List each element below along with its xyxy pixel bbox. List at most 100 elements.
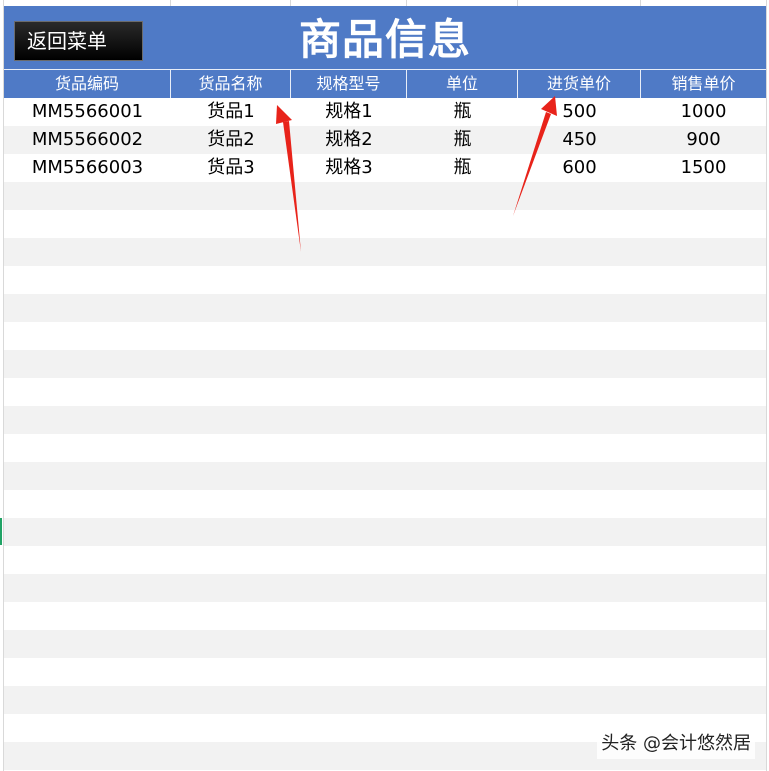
empty-cell[interactable] — [518, 434, 641, 462]
empty-cell[interactable] — [641, 630, 766, 658]
cell-sale-price[interactable]: 900 — [641, 126, 766, 154]
cell-spec[interactable]: 规格1 — [291, 98, 407, 126]
empty-cell[interactable] — [518, 350, 641, 378]
empty-cell[interactable] — [4, 406, 171, 434]
empty-cell[interactable] — [407, 210, 518, 238]
empty-cell[interactable] — [641, 686, 766, 714]
empty-cell[interactable] — [518, 406, 641, 434]
empty-cell[interactable] — [291, 658, 407, 686]
empty-cell[interactable] — [4, 462, 171, 490]
empty-cell[interactable] — [407, 602, 518, 630]
empty-cell[interactable] — [291, 406, 407, 434]
empty-cell[interactable] — [4, 602, 171, 630]
empty-cell[interactable] — [171, 406, 291, 434]
empty-cell[interactable] — [518, 658, 641, 686]
cell-item-code[interactable]: MM5566001 — [4, 98, 171, 126]
empty-cell[interactable] — [407, 658, 518, 686]
empty-cell[interactable] — [641, 518, 766, 546]
column-header-item-name[interactable]: 货品名称 — [171, 69, 291, 98]
empty-cell[interactable] — [407, 406, 518, 434]
empty-cell[interactable] — [641, 378, 766, 406]
empty-cell[interactable] — [4, 322, 171, 350]
empty-cell[interactable] — [4, 686, 171, 714]
cell-sale-price[interactable]: 1500 — [641, 154, 766, 182]
empty-cell[interactable] — [518, 686, 641, 714]
cell-item-name[interactable]: 货品1 — [171, 98, 291, 126]
empty-cell[interactable] — [641, 434, 766, 462]
empty-cell[interactable] — [4, 182, 171, 210]
empty-cell[interactable] — [291, 574, 407, 602]
empty-cell[interactable] — [407, 322, 518, 350]
empty-cell[interactable] — [171, 490, 291, 518]
cell-spec[interactable]: 规格3 — [291, 154, 407, 182]
empty-cell[interactable] — [641, 406, 766, 434]
empty-cell[interactable] — [171, 742, 291, 770]
empty-cell[interactable] — [407, 182, 518, 210]
empty-cell[interactable] — [641, 238, 766, 266]
empty-cell[interactable] — [291, 602, 407, 630]
empty-cell[interactable] — [407, 462, 518, 490]
empty-cell[interactable] — [291, 462, 407, 490]
empty-cell[interactable] — [641, 490, 766, 518]
empty-cell[interactable] — [171, 322, 291, 350]
empty-cell[interactable] — [518, 602, 641, 630]
empty-cell[interactable] — [291, 350, 407, 378]
empty-cell[interactable] — [4, 434, 171, 462]
empty-cell[interactable] — [4, 518, 171, 546]
empty-cell[interactable] — [4, 210, 171, 238]
empty-cell[interactable] — [518, 266, 641, 294]
empty-cell[interactable] — [641, 210, 766, 238]
empty-cell[interactable] — [171, 518, 291, 546]
empty-cell[interactable] — [518, 378, 641, 406]
empty-cell[interactable] — [171, 714, 291, 742]
empty-cell[interactable] — [171, 658, 291, 686]
empty-cell[interactable] — [4, 546, 171, 574]
empty-cell[interactable] — [291, 714, 407, 742]
empty-cell[interactable] — [291, 266, 407, 294]
empty-cell[interactable] — [4, 742, 171, 770]
empty-cell[interactable] — [4, 658, 171, 686]
column-header-item-code[interactable]: 货品编码 — [4, 69, 171, 98]
empty-cell[interactable] — [641, 574, 766, 602]
empty-cell[interactable] — [291, 322, 407, 350]
empty-cell[interactable] — [171, 630, 291, 658]
empty-cell[interactable] — [171, 434, 291, 462]
empty-cell[interactable] — [171, 350, 291, 378]
empty-cell[interactable] — [518, 210, 641, 238]
column-header-unit[interactable]: 单位 — [407, 69, 518, 98]
empty-cell[interactable] — [407, 742, 518, 770]
empty-cell[interactable] — [407, 490, 518, 518]
empty-cell[interactable] — [291, 490, 407, 518]
empty-cell[interactable] — [291, 630, 407, 658]
empty-cell[interactable] — [518, 630, 641, 658]
cell-purchase-price[interactable]: 600 — [518, 154, 641, 182]
empty-cell[interactable] — [518, 490, 641, 518]
empty-cell[interactable] — [291, 518, 407, 546]
empty-cell[interactable] — [518, 574, 641, 602]
empty-cell[interactable] — [4, 378, 171, 406]
empty-cell[interactable] — [4, 266, 171, 294]
empty-cell[interactable] — [641, 602, 766, 630]
empty-cell[interactable] — [407, 546, 518, 574]
empty-cell[interactable] — [4, 238, 171, 266]
empty-cell[interactable] — [407, 350, 518, 378]
cell-spec[interactable]: 规格2 — [291, 126, 407, 154]
cell-item-code[interactable]: MM5566002 — [4, 126, 171, 154]
cell-unit[interactable]: 瓶 — [407, 126, 518, 154]
empty-cell[interactable] — [518, 182, 641, 210]
column-header-sale-price[interactable]: 销售单价 — [641, 69, 766, 98]
cell-purchase-price[interactable]: 500 — [518, 98, 641, 126]
empty-cell[interactable] — [171, 378, 291, 406]
empty-cell[interactable] — [291, 686, 407, 714]
empty-cell[interactable] — [171, 462, 291, 490]
cell-purchase-price[interactable]: 450 — [518, 126, 641, 154]
empty-cell[interactable] — [291, 742, 407, 770]
empty-cell[interactable] — [4, 574, 171, 602]
empty-cell[interactable] — [641, 350, 766, 378]
cell-item-name[interactable]: 货品3 — [171, 154, 291, 182]
empty-cell[interactable] — [291, 238, 407, 266]
empty-cell[interactable] — [291, 434, 407, 462]
column-header-spec[interactable]: 规格型号 — [291, 69, 407, 98]
empty-cell[interactable] — [407, 238, 518, 266]
cell-item-name[interactable]: 货品2 — [171, 126, 291, 154]
